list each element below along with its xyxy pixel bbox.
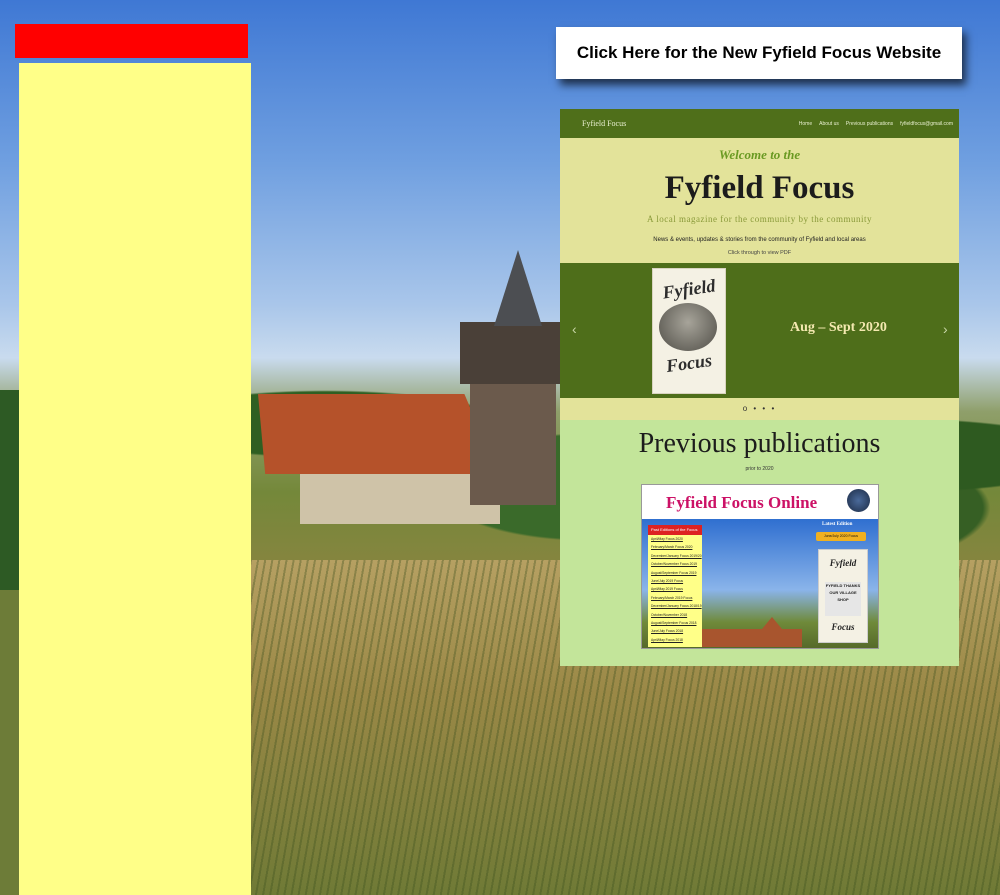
preview-nav-link-home: Home — [798, 120, 813, 127]
old-site-thumbnail: Fyfield Focus Online Past Editions of th… — [641, 484, 879, 649]
thumb-logo-icon — [847, 489, 870, 512]
slider-cover-image: Fyfield Focus — [652, 268, 726, 394]
preview-nav-link-about: About us — [819, 120, 839, 127]
preview-click-note: Click through to view PDF — [727, 250, 792, 256]
preview-tagline: A local magazine for the community by th… — [647, 214, 872, 224]
previous-publications-title: Previous publications — [638, 428, 881, 459]
thumb-list-item: April/May Focus 2020 — [651, 537, 683, 541]
thumb-list-item: December/January Focus 2018/19 — [651, 604, 702, 609]
thumb-list-item: June/July Focus 2018 — [651, 629, 684, 634]
preview-description: News & events, updates & stories from th… — [653, 237, 866, 243]
red-header-bar — [15, 24, 248, 58]
thumb-list-item: October/November Focus 2019 — [651, 562, 697, 567]
preview-nav-brand: Fyfield Focus — [582, 119, 627, 128]
preview-hero: Welcome to the Fyfield Focus A local mag… — [560, 138, 959, 263]
thumb-list-item: August/September Focus 2019 — [651, 570, 697, 575]
preview-site-title: Fyfield Focus — [664, 170, 855, 206]
thumb-list-heading: Past Editions of the Focus — [648, 525, 702, 535]
preview-nav-link-email: fyfieldfocus@gmail.com — [900, 120, 953, 127]
slider-cover-word-top: Fyfield — [661, 275, 717, 303]
thumb-title: Fyfield Focus Online — [666, 493, 818, 512]
thumb-cover-word-bottom: Focus — [831, 622, 855, 632]
preview-welcome-text: Welcome to the — [718, 147, 801, 162]
new-website-link-button[interactable]: Click Here for the New Fyfield Focus Web… — [556, 27, 962, 79]
thumb-list-item: April/May Focus 2018 — [651, 637, 683, 642]
thumb-list-item: February/March 2019 Focus — [651, 595, 693, 600]
thumb-list-item: April/May 2019 Focus — [651, 587, 683, 592]
preview-issue-slider: ‹ Fyfield Focus Aug – Sept 2020 › — [560, 263, 959, 398]
thumb-latest-cover: Fyfield FYFIELD THANKS OUR VILLAGE SHOP … — [818, 549, 868, 643]
thumb-header: Fyfield Focus Online — [642, 485, 878, 519]
church-belfry — [460, 322, 560, 384]
thumb-list-item: June/July 2019 Focus — [651, 579, 684, 584]
previous-publications-subtitle: prior to 2020 — [745, 466, 774, 472]
slider-prev-arrow-icon: ‹ — [572, 321, 577, 337]
thumb-list-item: December/January Focus 2019/20 — [651, 553, 702, 558]
thumb-cover-heart: FYFIELD THANKS OUR VILLAGE SHOP — [825, 582, 861, 616]
church-spire — [494, 250, 542, 326]
thumb-body: Past Editions of the Focus April/May Foc… — [642, 519, 878, 648]
slider-cover-photo — [659, 303, 717, 351]
website-preview-image[interactable]: Fyfield Focus Home About us Previous pub… — [560, 109, 959, 666]
slider-issue-label: Aug – Sept 2020 — [790, 320, 887, 335]
thumb-list-item: August/September Focus 2018 — [651, 621, 697, 626]
preview-previous-section: Previous publications prior to 2020 Fyfi… — [560, 420, 959, 666]
thumb-list-item: February/March Focus 2020 — [651, 545, 693, 550]
thumb-latest-label: Latest Edition — [822, 522, 853, 527]
preview-nav-links: Home About us Previous publications fyfi… — [799, 121, 953, 127]
background-trees-left — [0, 390, 20, 590]
thumb-latest-button: June/July 2020 Focus — [816, 532, 866, 541]
thumb-edition-list: Past Editions of the Focus April/May Foc… — [648, 525, 702, 647]
field-left — [0, 590, 20, 895]
church-roof — [258, 394, 498, 474]
thumb-church-image — [702, 617, 802, 647]
thumb-list-item: October/November 2018 — [651, 612, 688, 617]
preview-nav-link-previous: Previous publications — [845, 120, 894, 127]
slider-next-arrow-icon: › — [943, 321, 948, 337]
thumb-cover-word-top: Fyfield — [829, 558, 857, 568]
yellow-sidebar-panel — [19, 63, 251, 895]
slider-dots: o • • • — [560, 398, 959, 420]
preview-nav-bar: Fyfield Focus Home About us Previous pub… — [560, 109, 959, 138]
slider-cover-word-bottom: Focus — [664, 349, 714, 377]
